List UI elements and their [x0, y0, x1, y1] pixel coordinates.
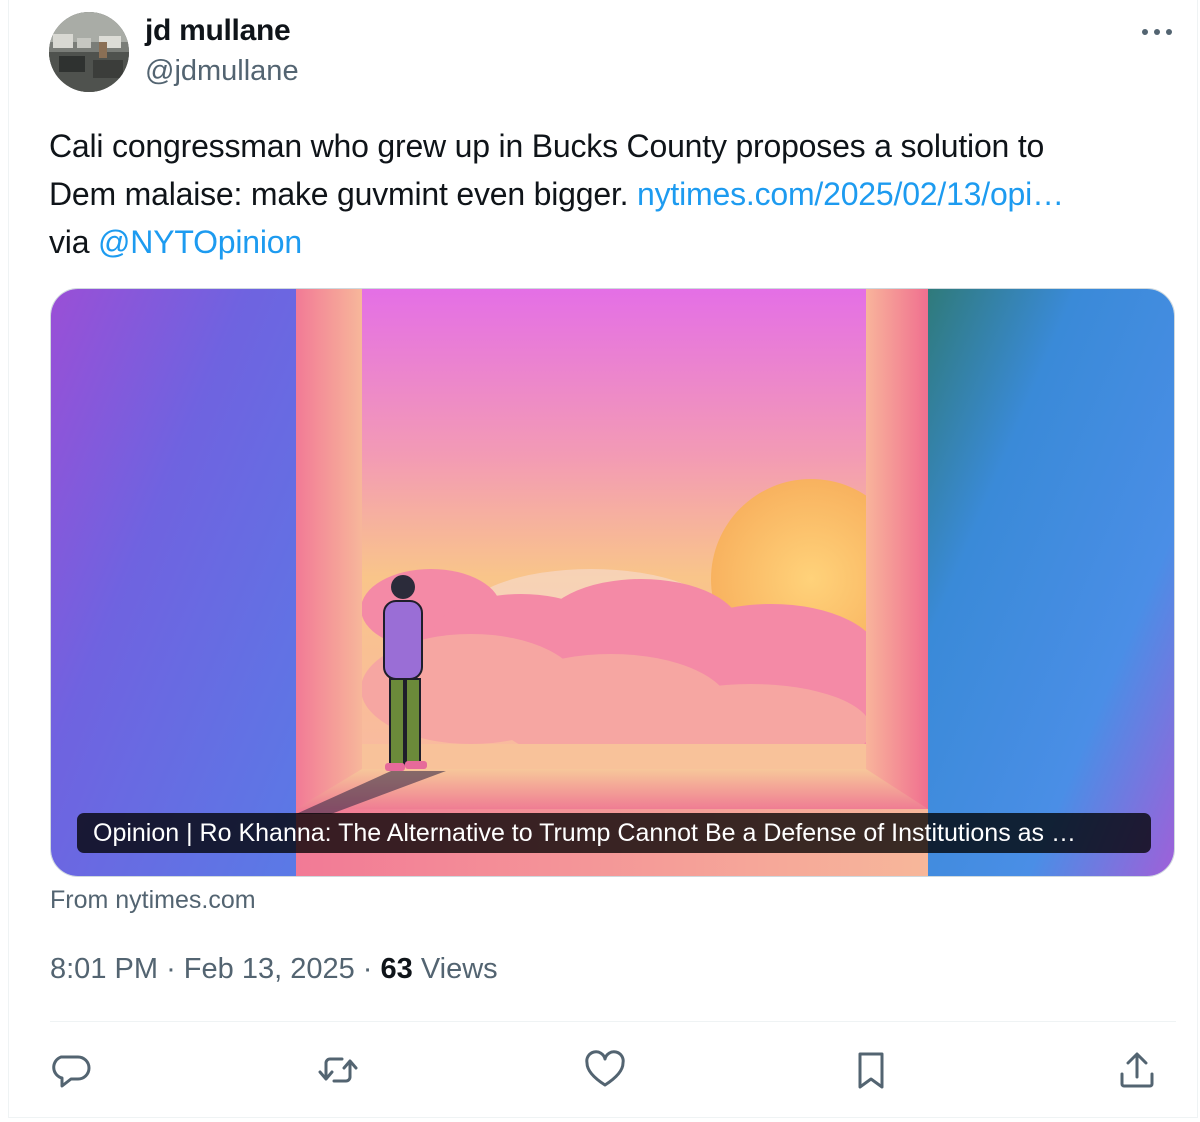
reply-icon — [52, 1055, 91, 1088]
divider — [50, 1021, 1176, 1022]
mention-link[interactable]: @NYTOpinion — [98, 224, 302, 260]
card-title[interactable]: Opinion | Ro Khanna: The Alternative to … — [77, 813, 1151, 853]
bookmark-button[interactable] — [847, 1046, 895, 1094]
tweet-text-line: Dem malaise: make guvmint even bigger. n… — [49, 170, 1184, 218]
tweet-card[interactable]: jd mullane @jdmullane Cali congressman w… — [8, 0, 1198, 1118]
tweet-text-line: Cali congressman who grew up in Bucks Co… — [49, 128, 1045, 164]
meta-separator: · — [362, 953, 373, 985]
article-link[interactable]: nytimes.com/2025/02/13/opi… — [637, 176, 1064, 212]
tweet-time[interactable]: 8:01 PM — [50, 953, 158, 985]
tweet-date[interactable]: Feb 13, 2025 — [184, 953, 355, 985]
avatar[interactable] — [49, 12, 129, 92]
tweet-text: Cali congressman who grew up in Bucks Co… — [49, 122, 1184, 266]
tweet-text-segment: Dem malaise: make guvmint even bigger. — [49, 176, 638, 212]
reply-button[interactable] — [47, 1046, 95, 1094]
like-button[interactable] — [581, 1046, 629, 1094]
share-button[interactable] — [1113, 1046, 1161, 1094]
repost-icon — [318, 1057, 358, 1083]
tweet-metadata: 8:01 PM · Feb 13, 2025 · 63 Views — [50, 953, 498, 986]
meta-separator: · — [166, 953, 176, 985]
link-preview-card[interactable]: Opinion | Ro Khanna: The Alternative to … — [50, 288, 1175, 877]
author-handle[interactable]: @jdmullane — [145, 55, 299, 88]
share-icon — [1120, 1052, 1154, 1088]
card-source[interactable]: From nytimes.com — [50, 886, 256, 915]
more-icon — [1142, 29, 1172, 35]
tweet-text-segment: via — [49, 224, 98, 260]
more-options-button[interactable] — [1137, 20, 1177, 44]
views-count: 63 — [380, 953, 413, 985]
views-label: Views — [420, 953, 498, 985]
author-display-name[interactable]: jd mullane — [145, 14, 291, 48]
tweet-text-line: via @NYTOpinion — [49, 218, 1184, 266]
heart-icon — [585, 1050, 625, 1087]
bookmark-icon — [858, 1052, 884, 1089]
card-illustration — [51, 289, 1174, 876]
repost-button[interactable] — [314, 1046, 362, 1094]
